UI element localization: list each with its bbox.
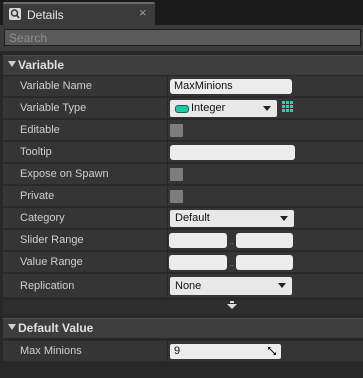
row-expose-on-spawn: Expose on Spawn — [3, 164, 363, 185]
column-divider[interactable] — [167, 164, 168, 184]
tab-details[interactable]: Details × — [3, 2, 155, 25]
replication-dropdown[interactable]: None — [170, 277, 292, 295]
value-range-min-input[interactable] — [169, 255, 227, 270]
section-title: Variable — [18, 58, 65, 72]
section-header-variable[interactable]: Variable — [3, 55, 363, 75]
column-divider[interactable] — [167, 341, 168, 361]
chevron-down-icon — [280, 216, 288, 221]
tooltip-input[interactable] — [170, 145, 295, 160]
drag-spinner-icon[interactable] — [268, 347, 276, 355]
column-divider[interactable] — [167, 76, 168, 96]
collapse-arrow-icon — [8, 61, 16, 67]
row-label: Max Minions — [20, 345, 82, 357]
column-divider[interactable] — [167, 274, 168, 297]
row-replication: Replication None — [3, 274, 363, 298]
collapse-arrow-icon — [8, 324, 16, 330]
row-private: Private — [3, 186, 363, 207]
variable-type-dropdown[interactable]: Integer — [170, 100, 277, 117]
row-label: Private — [20, 190, 55, 202]
row-label: Value Range — [20, 256, 83, 268]
section-header-default-value[interactable]: Default Value — [3, 318, 363, 338]
row-value-range: Value Range .. — [3, 252, 363, 273]
chevron-down-icon — [263, 106, 271, 111]
row-max-minions: Max Minions 9 — [3, 341, 363, 362]
value-range-max-input[interactable] — [236, 255, 293, 270]
column-divider[interactable] — [167, 142, 168, 162]
search-input[interactable]: Search — [4, 29, 361, 46]
advanced-expand-button[interactable] — [3, 300, 363, 314]
row-label: Tooltip — [20, 146, 52, 158]
row-variable-name: Variable Name MaxMinions — [3, 76, 363, 97]
row-tooltip: Tooltip — [3, 142, 363, 163]
row-slider-range: Slider Range .. — [3, 230, 363, 251]
variable-type-value: Integer — [191, 102, 226, 114]
tab-title: Details — [27, 8, 64, 22]
expand-line-icon — [230, 301, 234, 303]
row-label: Variable Name — [20, 80, 92, 92]
column-divider[interactable] — [167, 230, 168, 250]
range-separator: .. — [229, 236, 235, 246]
row-label: Expose on Spawn — [20, 168, 109, 180]
private-checkbox[interactable] — [170, 190, 183, 203]
row-label: Editable — [20, 124, 60, 136]
row-editable: Editable — [3, 120, 363, 141]
expose-on-spawn-checkbox[interactable] — [170, 168, 183, 181]
column-divider[interactable] — [167, 98, 168, 118]
replication-value: None — [175, 280, 202, 292]
details-magnifier-icon — [9, 8, 21, 20]
column-divider[interactable] — [167, 252, 168, 272]
row-label: Category — [20, 212, 65, 224]
expand-down-arrow-icon — [227, 304, 237, 309]
slider-range-min-input[interactable] — [169, 233, 227, 248]
row-variable-type: Variable Type Integer — [3, 98, 363, 119]
row-label: Slider Range — [20, 234, 84, 246]
close-icon[interactable]: × — [139, 5, 147, 20]
column-divider[interactable] — [167, 208, 168, 228]
column-divider[interactable] — [167, 120, 168, 140]
section-title: Default Value — [18, 321, 94, 335]
category-dropdown[interactable]: Default — [170, 210, 294, 227]
variable-name-input[interactable]: MaxMinions — [170, 79, 292, 94]
column-divider[interactable] — [167, 186, 168, 206]
max-minions-value: 9 — [174, 345, 181, 357]
row-category: Category Default — [3, 208, 363, 229]
row-label: Replication — [20, 280, 75, 292]
slider-range-max-input[interactable] — [236, 233, 293, 248]
integer-type-pill-icon — [175, 105, 189, 113]
chevron-down-icon — [278, 283, 286, 288]
container-type-grid-icon[interactable] — [282, 101, 294, 113]
search-bar: Search — [0, 25, 363, 51]
category-value: Default — [175, 212, 210, 224]
range-separator: .. — [229, 258, 235, 268]
row-label: Variable Type — [20, 102, 87, 114]
max-minions-numeric-input[interactable]: 9 — [170, 344, 281, 359]
editable-checkbox[interactable] — [170, 124, 183, 137]
tab-bar: Details × — [0, 0, 363, 25]
